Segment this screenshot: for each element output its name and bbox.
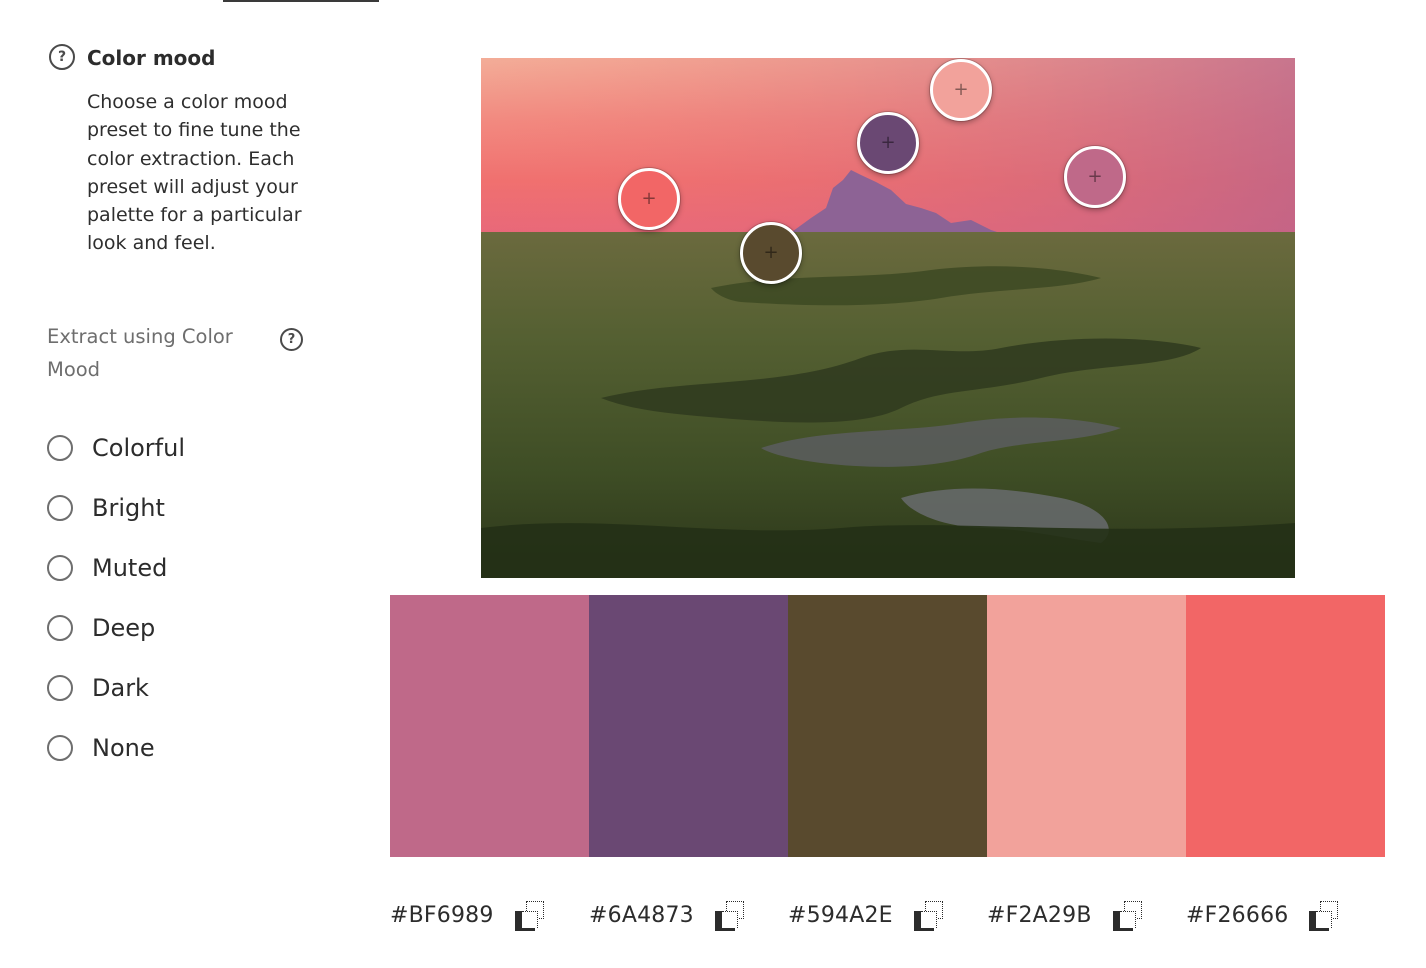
hex-value: #BF6989 [390, 902, 494, 928]
copy-icon[interactable] [1112, 899, 1144, 931]
color-picker-handle[interactable]: + [740, 222, 802, 284]
mood-option-bright[interactable]: Bright [47, 478, 185, 538]
crosshair-icon: + [953, 79, 969, 100]
radio-button[interactable] [47, 435, 73, 461]
hex-values-row: #BF6989 #6A4873 #594A2E #F2A29B #F26666 [390, 890, 1385, 940]
mood-option-deep[interactable]: Deep [47, 598, 185, 658]
question-circle-icon[interactable]: ? [280, 328, 303, 351]
color-swatch[interactable] [390, 595, 589, 857]
radio-button[interactable] [47, 495, 73, 521]
mood-option-none[interactable]: None [47, 718, 185, 778]
mood-option-label: Muted [92, 554, 168, 582]
mood-option-muted[interactable]: Muted [47, 538, 185, 598]
copy-icon[interactable] [714, 899, 746, 931]
color-mood-description: Choose a color mood preset to fine tune … [87, 91, 302, 255]
active-tab-indicator [223, 0, 379, 2]
radio-button[interactable] [47, 735, 73, 761]
copy-icon[interactable] [913, 899, 945, 931]
mood-option-label: Dark [92, 674, 149, 702]
mood-option-label: Colorful [92, 434, 185, 462]
crosshair-icon: + [763, 242, 779, 263]
mood-option-label: Deep [92, 614, 156, 642]
question-circle-icon[interactable]: ? [49, 44, 75, 70]
radio-button[interactable] [47, 675, 73, 701]
color-swatch[interactable] [1186, 595, 1385, 857]
color-mood-title: Color mood [87, 46, 216, 70]
color-picker-handle[interactable]: + [618, 168, 680, 230]
hex-cell: #BF6989 [390, 890, 589, 940]
hex-value: #F26666 [1186, 902, 1289, 928]
color-palette [390, 595, 1385, 857]
mood-option-label: Bright [92, 494, 165, 522]
color-picker-handle[interactable]: + [857, 112, 919, 174]
radio-button[interactable] [47, 615, 73, 641]
crosshair-icon: + [641, 188, 657, 209]
hex-cell: #F2A29B [987, 890, 1186, 940]
copy-icon[interactable] [1308, 899, 1340, 931]
radio-button[interactable] [47, 555, 73, 581]
color-mood-options: Colorful Bright Muted Deep Dark None [47, 418, 185, 778]
hex-value: #594A2E [788, 902, 893, 928]
color-picker-handle[interactable]: + [930, 59, 992, 121]
mood-option-colorful[interactable]: Colorful [47, 418, 185, 478]
color-swatch[interactable] [788, 595, 987, 857]
mood-option-label: None [92, 734, 155, 762]
color-swatch[interactable] [987, 595, 1186, 857]
hex-cell: #F26666 [1186, 890, 1385, 940]
hex-value: #F2A29B [987, 902, 1092, 928]
mood-option-dark[interactable]: Dark [47, 658, 185, 718]
hex-cell: #6A4873 [589, 890, 788, 940]
hex-cell: #594A2E [788, 890, 987, 940]
hex-value: #6A4873 [589, 902, 694, 928]
crosshair-icon: + [880, 132, 896, 153]
extract-mood-label: Extract using Color Mood [47, 325, 233, 381]
copy-icon[interactable] [514, 899, 546, 931]
source-image: + + + + + [481, 58, 1295, 578]
color-swatch[interactable] [589, 595, 788, 857]
crosshair-icon: + [1087, 166, 1103, 187]
color-picker-handle[interactable]: + [1064, 146, 1126, 208]
